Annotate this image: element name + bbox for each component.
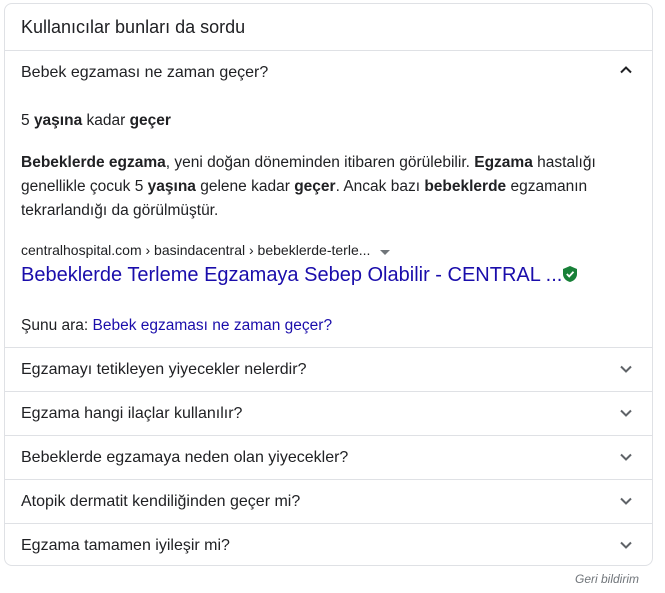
question-text: Egzama tamamen iyileşir mi? (21, 537, 230, 554)
divider (5, 391, 652, 392)
short-answer: 5 yaşına kadar geçer (21, 112, 171, 129)
chevron-down-icon[interactable] (618, 537, 634, 553)
breadcrumb-text: centralhospital.com › basindacentral › b… (21, 242, 371, 258)
chevron-up-icon[interactable] (618, 62, 634, 78)
divider (5, 479, 652, 480)
divider (5, 523, 652, 524)
search-for-row: Şunu ara: Bebek egzaması ne zaman geçer? (21, 317, 333, 334)
divider (5, 435, 652, 436)
question-text: Bebeklerde egzamaya neden olan yiyecekle… (21, 449, 349, 466)
divider (5, 347, 652, 348)
chevron-down-icon[interactable] (618, 361, 634, 377)
search-for-link[interactable]: Bebek egzaması ne zaman geçer? (93, 317, 333, 334)
section-title: Kullanıcılar bunları da sordu (21, 17, 246, 37)
question-text: Bebek egzaması ne zaman geçer? (21, 64, 269, 81)
answer-paragraph: Bebeklerde egzama, yeni doğan döneminden… (21, 154, 596, 219)
chevron-down-icon[interactable] (618, 493, 634, 509)
question-text: Egzamayı tetikleyen yiyecekler nelerdir? (21, 361, 307, 378)
source-breadcrumb: centralhospital.com › basindacentral › b… (21, 242, 391, 259)
question-text: Atopik dermatit kendiliğinden geçer mi? (21, 493, 301, 510)
people-also-ask-card: Kullanıcılar bunları da sordu Bebek egza… (4, 3, 653, 566)
result-title-text[interactable]: Bebeklerde Terleme Egzamaya Sebep Olabil… (21, 264, 562, 286)
caret-down-icon[interactable] (380, 243, 391, 259)
divider (5, 50, 652, 51)
chevron-down-icon[interactable] (618, 449, 634, 465)
feedback-link[interactable]: Geri bildirim (575, 572, 639, 586)
question-text: Egzama hangi ilaçlar kullanılır? (21, 405, 243, 422)
verified-shield-icon (563, 265, 578, 288)
chevron-down-icon[interactable] (618, 405, 634, 421)
result-title-link[interactable]: Bebeklerde Terleme Egzamaya Sebep Olabil… (21, 264, 578, 288)
